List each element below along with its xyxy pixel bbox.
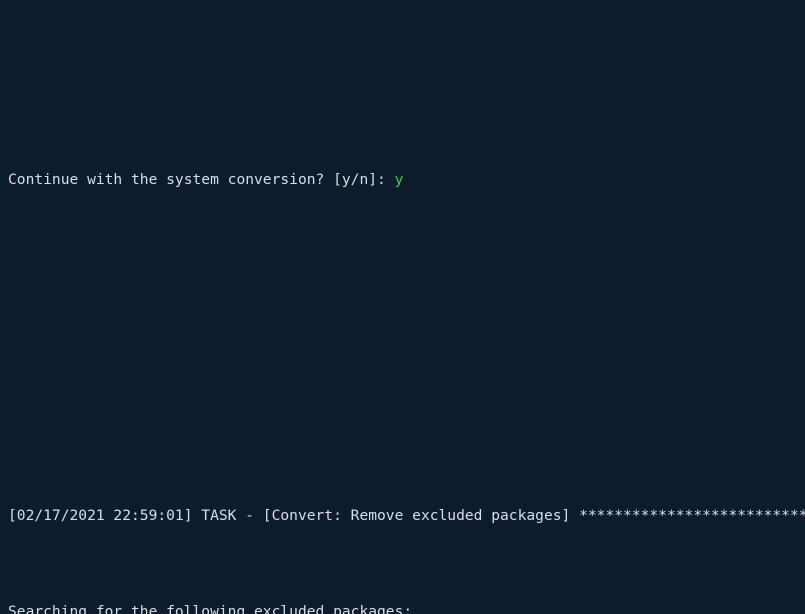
prompt-question-top: Continue with the system conversion? [y/… [8,171,395,188]
searching-notice-line: Searching for the following excluded pac… [8,603,413,614]
prompt-answer-top: y [394,171,404,188]
terminal-screen: Continue with the system conversion? [y/… [8,0,805,614]
prompt-line-top: Continue with the system conversion? [y/… [8,168,805,192]
task-header-line: [02/17/2021 22:59:01] TASK - [Convert: R… [8,507,805,524]
terminal-window[interactable]: Continue with the system conversion? [y/… [0,0,805,614]
